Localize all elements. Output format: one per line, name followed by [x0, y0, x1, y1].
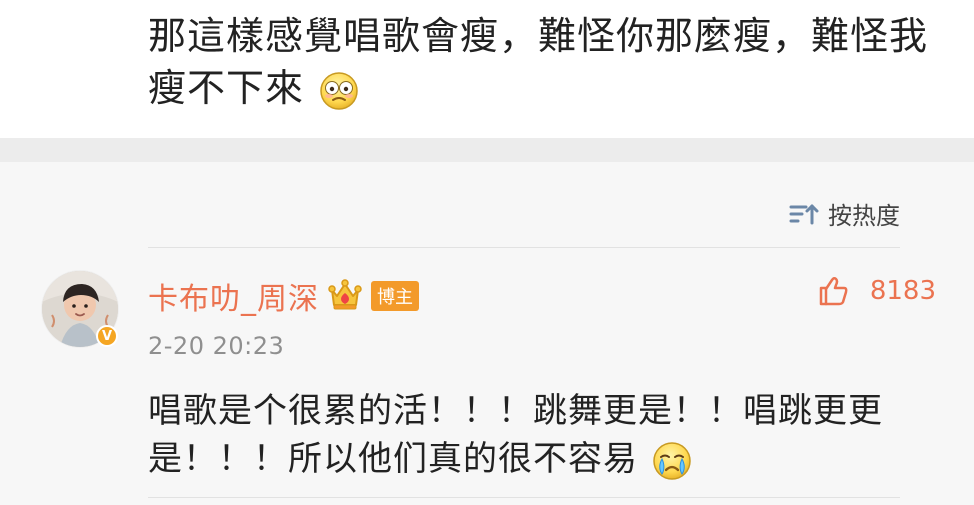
sort-label: 按热度 — [828, 202, 900, 230]
sort-icon — [789, 204, 819, 224]
content-separator — [0, 138, 974, 162]
weibo-comment-screen: 那這樣感覺唱歌會瘦，難怪你那麼瘦，難怪我瘦不下來 按热度 V 卡布叻_周深 博主… — [0, 0, 974, 505]
sort-by-heat-button[interactable]: 按热度 — [788, 196, 900, 231]
comment-bottom-divider — [148, 497, 900, 498]
post-text: 那這樣感覺唱歌會瘦，難怪你那麼瘦，難怪我瘦不下來 — [148, 14, 929, 110]
comment-top-divider — [148, 247, 900, 248]
crying-face-icon — [652, 441, 692, 481]
verified-badge: V — [96, 325, 118, 347]
thumbs-up-icon — [819, 276, 848, 306]
post-content: 那這樣感覺唱歌會瘦，難怪你那麼瘦，難怪我瘦不下來 — [148, 10, 948, 114]
crown-icon — [328, 279, 362, 310]
username-link[interactable]: 卡布叻_周深 — [148, 274, 319, 318]
like-count: 8183 — [869, 276, 936, 306]
author-badge: 博主 — [371, 281, 419, 311]
comment-header: 卡布叻_周深 博主 — [148, 274, 419, 318]
like-button[interactable]: 8183 — [814, 273, 936, 309]
flushed-face-icon — [319, 71, 359, 111]
comment-timestamp: 2-20 20:23 — [148, 332, 285, 360]
comment-message: 唱歌是个很累的活！！！跳舞更是！！唱跳更更是！！！所以他们真的很不容易 — [148, 391, 883, 479]
comment-text: 唱歌是个很累的活！！！跳舞更是！！唱跳更更是！！！所以他们真的很不容易 — [148, 387, 908, 483]
